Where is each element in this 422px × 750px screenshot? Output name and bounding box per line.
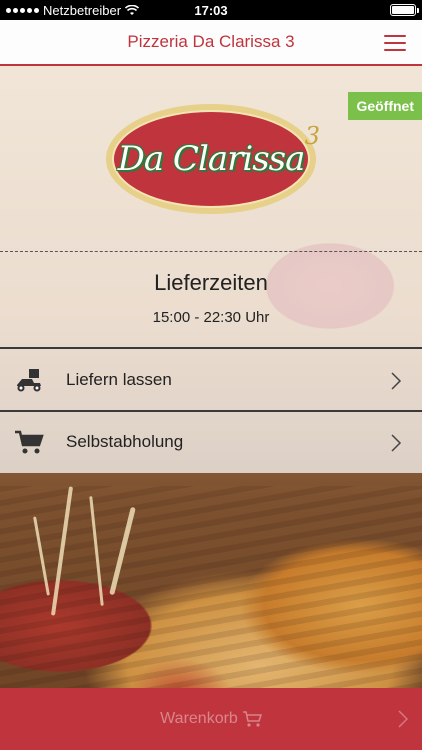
shopping-cart-icon (15, 430, 44, 454)
option-label: Selbstabholung (66, 432, 184, 451)
divider (0, 347, 422, 349)
divider (0, 251, 422, 252)
chevron-right-icon (391, 434, 402, 452)
shopping-cart-icon (242, 711, 262, 727)
battery-icon (390, 4, 419, 16)
nav-bar: Pizzeria Da Clarissa 3 (0, 20, 422, 66)
delivery-option[interactable]: Liefern lassen (0, 350, 422, 410)
wifi-icon (125, 4, 140, 15)
option-label: Liefern lassen (66, 370, 172, 389)
status-bar: Netzbetreiber 17:03 (0, 0, 422, 20)
delivery-scooter-icon (17, 369, 41, 392)
delivery-hours: 15:00 - 22:30 Uhr (152, 309, 270, 326)
status-left: Netzbetreiber (6, 2, 140, 18)
cart-label: Warenkorb (160, 710, 238, 727)
hamburger-menu-icon[interactable] (384, 35, 406, 51)
chevron-right-icon (398, 710, 408, 728)
carrier-name: Netzbetreiber (43, 2, 122, 18)
signal-icon (6, 7, 39, 13)
page-title: Pizzeria Da Clarissa 3 (127, 32, 295, 51)
delivery-times-title: Lieferzeiten (154, 270, 268, 295)
logo-superscript: 3 (304, 122, 320, 150)
pickup-option[interactable]: Selbstabholung (0, 412, 422, 472)
logo-text: Da Clarissa (117, 139, 306, 179)
restaurant-logo: Da Clarissa 3 (106, 104, 320, 214)
status-badge: Geöffnet (348, 92, 422, 120)
chevron-right-icon (391, 372, 402, 390)
cart-button[interactable]: Warenkorb (0, 688, 422, 750)
